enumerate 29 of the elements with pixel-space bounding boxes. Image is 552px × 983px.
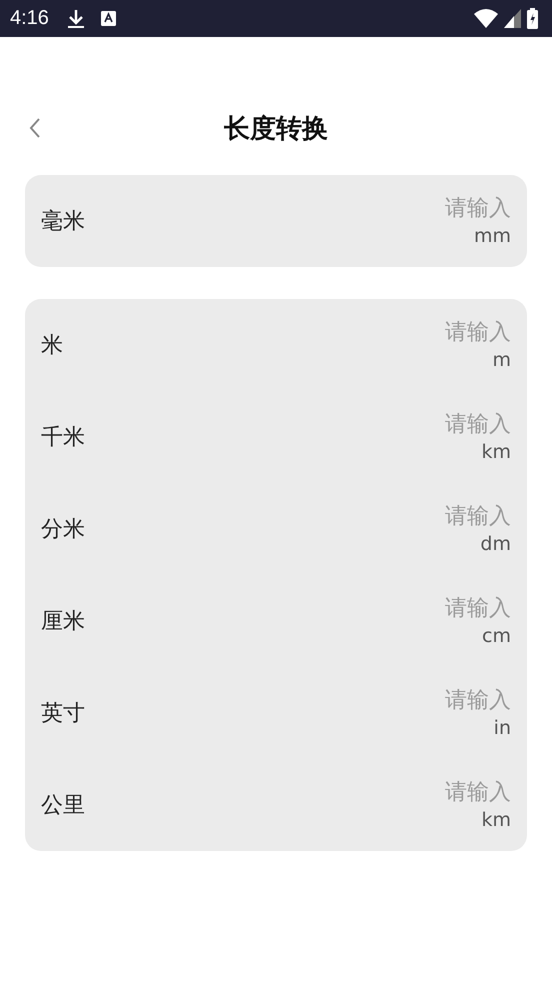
unit-label: 千米 <box>41 424 86 452</box>
download-icon <box>66 8 85 30</box>
unit-symbol: m <box>492 348 511 370</box>
unit-symbol: in <box>494 716 511 738</box>
input-field[interactable]: 请输入 <box>361 320 511 344</box>
status-time: 4:16 <box>10 7 49 30</box>
input-field[interactable]: 请输入 <box>361 596 511 620</box>
unit-label: 米 <box>41 332 64 360</box>
battery-icon <box>527 8 538 29</box>
unit-label: 公里 <box>41 792 86 820</box>
back-icon <box>29 117 41 139</box>
unit-symbol: cm <box>482 624 511 646</box>
signal-icon <box>504 9 521 28</box>
input-field[interactable]: 请输入 <box>361 196 511 220</box>
input-field[interactable]: 请输入 <box>361 780 511 804</box>
input-field[interactable]: 请输入 <box>361 412 511 436</box>
unit-label: 分米 <box>41 516 86 544</box>
unit-symbol: km <box>481 440 511 462</box>
unit-symbol: mm <box>474 224 511 246</box>
unit-label: 厘米 <box>41 608 86 636</box>
unit-label: 英寸 <box>41 700 86 728</box>
keyboard-icon <box>100 11 116 26</box>
input-field[interactable]: 请输入 <box>361 504 511 528</box>
input-field[interactable]: 请输入 <box>361 688 511 712</box>
unit-label: 毫米 <box>41 208 86 236</box>
unit-symbol: dm <box>480 532 511 554</box>
unit-symbol: km <box>481 808 511 830</box>
wifi-icon <box>474 9 498 28</box>
page-title: 长度转换 <box>224 112 328 146</box>
